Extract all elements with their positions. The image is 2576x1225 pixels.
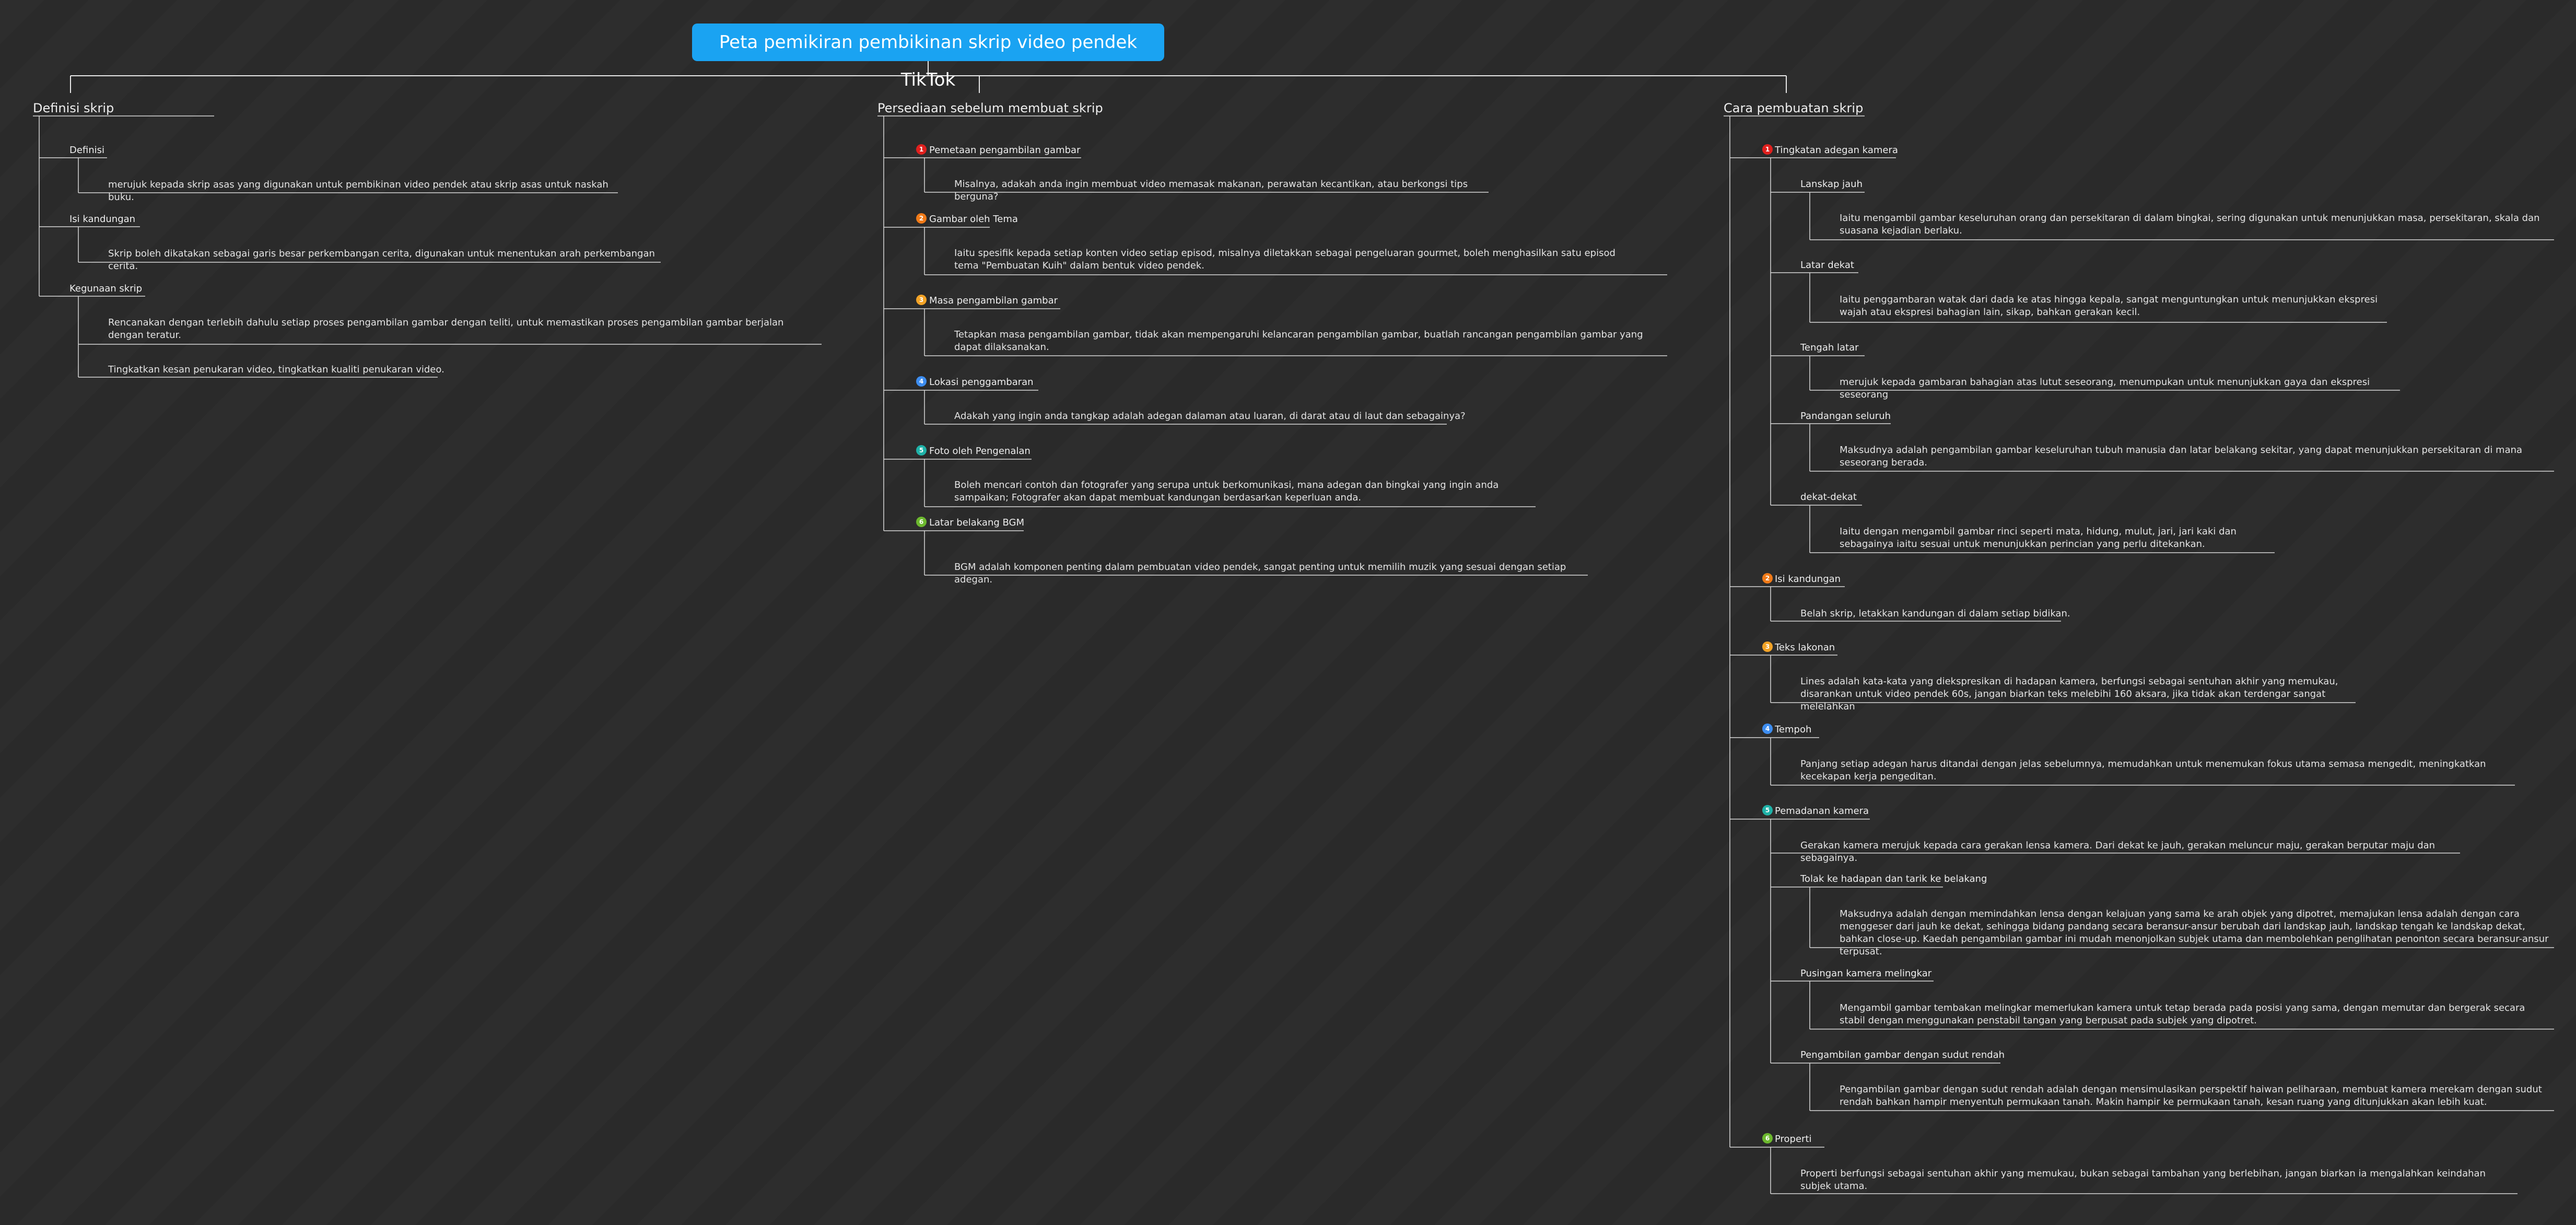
leaf-properti[interactable]: Properti berfungsi sebagai sentuhan akhi… [1800, 1168, 2500, 1193]
topic-gambar-tema[interactable]: Gambar oleh Tema [929, 214, 1018, 225]
leaf-latar-dekat[interactable]: Iaitu penggambaran watak dari dada ke at… [1840, 294, 2383, 319]
topic-masa[interactable]: Masa pengambilan gambar [929, 295, 1058, 306]
marker-1-icon: 1 [916, 144, 927, 155]
marker-5-icon: 5 [1762, 805, 1773, 815]
marker-5-icon: 5 [916, 445, 927, 456]
branch-persediaan[interactable]: Persediaan sebelum membuat skrip [877, 101, 1103, 115]
topic-pemetaan[interactable]: Pemetaan pengambilan gambar [929, 145, 1080, 156]
marker-6-icon: 6 [916, 517, 927, 527]
marker-2-icon: 2 [1762, 573, 1773, 584]
subtopic-pusingan-kamera[interactable]: Pusingan kamera melingkar [1800, 968, 1931, 979]
marker-3-icon: 3 [1762, 641, 1773, 652]
leaf-tempoh[interactable]: Panjang setiap adegan harus ditandai den… [1800, 758, 2500, 783]
leaf-kegunaan-2[interactable]: Tingkatkan kesan penukaran video, tingka… [108, 364, 448, 376]
topic-lokasi[interactable]: Lokasi penggambaran [929, 377, 1034, 388]
leaf-lanskap-jauh[interactable]: Iaitu mengambil gambar keseluruhan orang… [1840, 212, 2550, 237]
topic-isi-kandungan-2[interactable]: Isi kandungan [1775, 574, 1841, 585]
subtopic-latar-dekat[interactable]: Latar dekat [1800, 260, 1854, 271]
leaf-dekat-dekat[interactable]: Iaitu dengan mengambil gambar rinci sepe… [1840, 526, 2273, 551]
leaf-tolak-tarik[interactable]: Maksudnya adalah dengan memindahkan lens… [1840, 908, 2550, 958]
leaf-lokasi[interactable]: Adakah yang ingin anda tangkap adalah ad… [954, 410, 1466, 423]
leaf-kegunaan-1[interactable]: Rencanakan dengan terlebih dahulu setiap… [108, 317, 811, 342]
leaf-sudut-rendah[interactable]: Pengambilan gambar dengan sudut rendah a… [1840, 1083, 2550, 1109]
leaf-gambar-tema[interactable]: Iaitu spesifik kepada setiap konten vide… [954, 247, 1633, 272]
leaf-isi-kandungan-2[interactable]: Belah skrip, letakkan kandungan di dalam… [1800, 608, 2093, 620]
leaf-pemetaan[interactable]: Misalnya, adakah anda ingin membuat vide… [954, 178, 1477, 203]
topic-properti[interactable]: Properti [1775, 1134, 1812, 1145]
marker-4-icon: 4 [916, 376, 927, 387]
topic-tempoh[interactable]: Tempoh [1775, 724, 1811, 735]
topic-tingkatan-adegan[interactable]: Tingkatan adegan kamera [1775, 145, 1898, 156]
leaf-isi-kandungan[interactable]: Skrip boleh dikatakan sebagai garis besa… [108, 248, 672, 273]
marker-6-icon: 6 [1762, 1133, 1773, 1144]
leaf-foto-pengenalan[interactable]: Boleh mencari contoh dan fotografer yang… [954, 479, 1524, 504]
leaf-bgm[interactable]: BGM adalah komponen penting dalam pembua… [954, 561, 1581, 586]
leaf-pemadanan-kamera[interactable]: Gerakan kamera merujuk kepada cara gerak… [1800, 839, 2474, 865]
subtopic-lanskap-jauh[interactable]: Lanskap jauh [1800, 179, 1863, 190]
branch-cara-pembuatan[interactable]: Cara pembuatan skrip [1724, 101, 1863, 115]
subtopic-sudut-rendah[interactable]: Pengambilan gambar dengan sudut rendah [1800, 1049, 2005, 1060]
leaf-pusingan-kamera[interactable]: Mengambil gambar tembakan melingkar meme… [1840, 1002, 2539, 1027]
topic-foto-pengenalan[interactable]: Foto oleh Pengenalan [929, 446, 1031, 457]
subtopic-tolak-tarik[interactable]: Tolak ke hadapan dan tarik ke belakang [1800, 873, 1987, 884]
topic-pemadanan-kamera[interactable]: Pemadanan kamera [1775, 806, 1869, 816]
subtopic-dekat-dekat[interactable]: dekat-dekat [1800, 492, 1857, 503]
marker-2-icon: 2 [916, 213, 927, 224]
leaf-definisi[interactable]: merujuk kepada skrip asas yang digunakan… [108, 179, 630, 204]
leaf-teks-lakonan[interactable]: Lines adalah kata-kata yang diekspresika… [1800, 675, 2349, 713]
leaf-tengah-latar[interactable]: merujuk kepada gambaran bahagian atas lu… [1840, 376, 2404, 401]
leaf-masa[interactable]: Tetapkan masa pengambilan gambar, tidak … [954, 329, 1649, 354]
topic-kegunaan-skrip[interactable]: Kegunaan skrip [69, 283, 142, 294]
topic-bgm[interactable]: Latar belakang BGM [929, 517, 1024, 528]
marker-4-icon: 4 [1762, 724, 1773, 734]
subtopic-tengah-latar[interactable]: Tengah latar [1800, 342, 1859, 353]
marker-3-icon: 3 [916, 295, 927, 305]
topic-isi-kandungan[interactable]: Isi kandungan [69, 214, 135, 225]
topic-teks-lakonan[interactable]: Teks lakonan [1775, 642, 1835, 653]
marker-1-icon: 1 [1762, 144, 1773, 155]
subtopic-pandangan-seluruh[interactable]: Pandangan seluruh [1800, 411, 1891, 422]
branch-definisi-skrip[interactable]: Definisi skrip [33, 101, 114, 115]
topic-definisi[interactable]: Definisi [69, 145, 104, 156]
root-topic[interactable]: Peta pemikiran pembikinan skrip video pe… [692, 24, 1164, 90]
leaf-pandangan-seluruh[interactable]: Maksudnya adalah pengambilan gambar kese… [1840, 444, 2550, 469]
